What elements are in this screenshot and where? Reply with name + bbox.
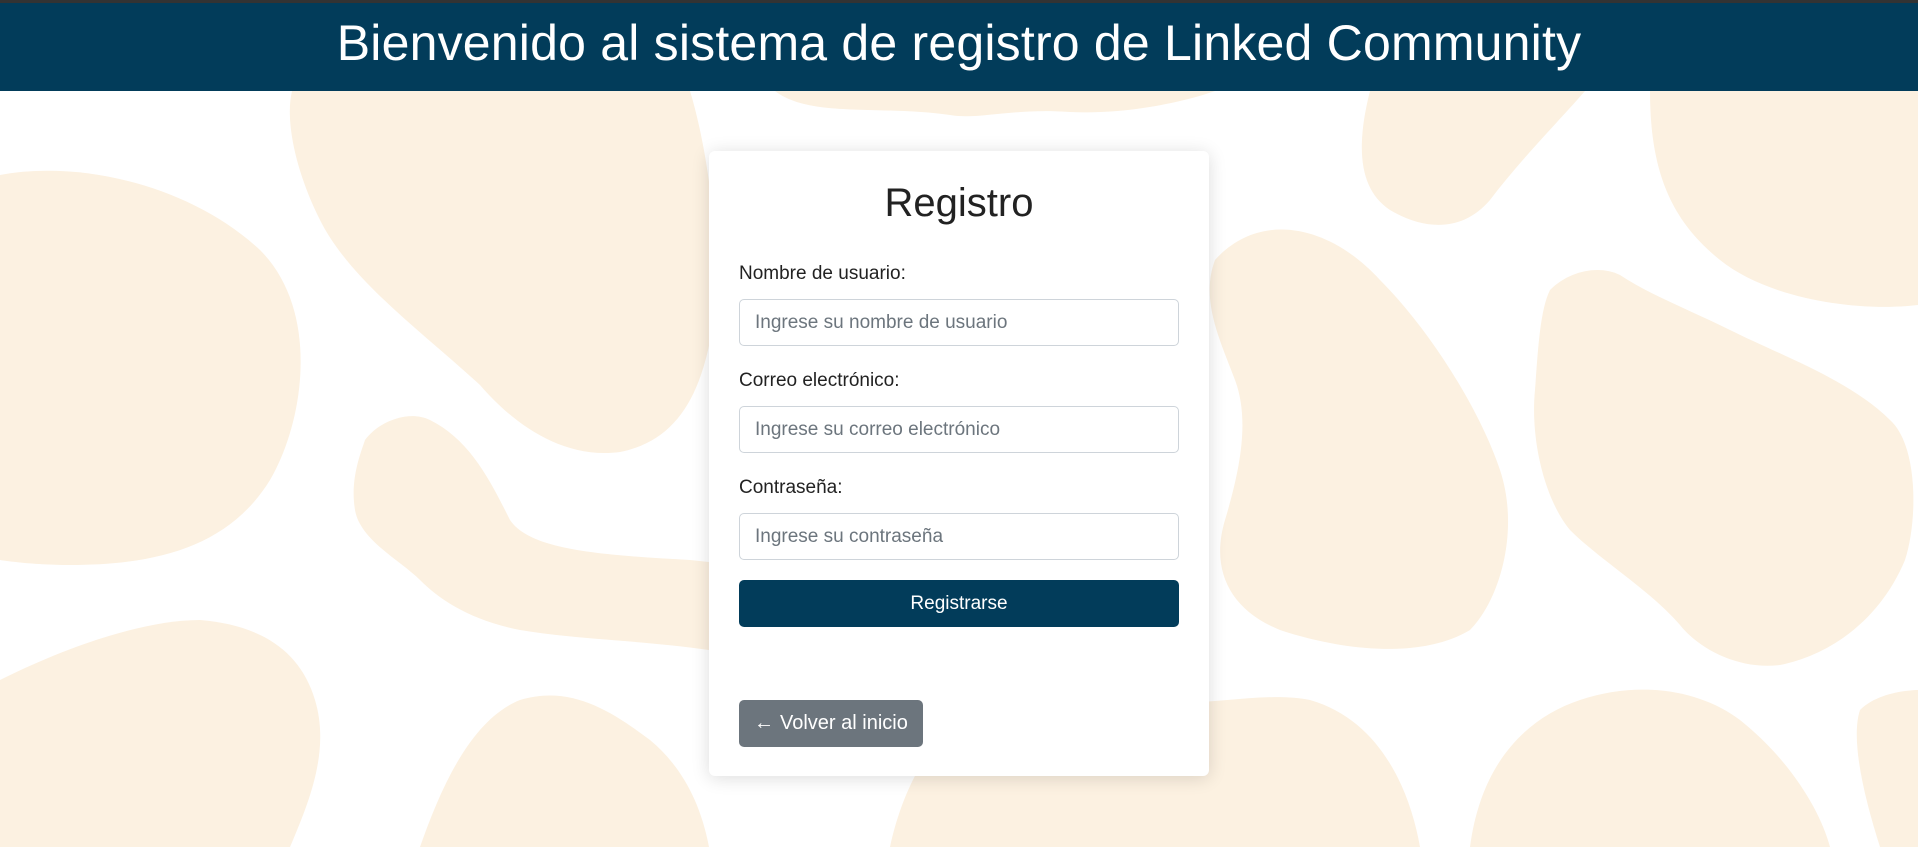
username-label: Nombre de usuario: xyxy=(739,263,906,284)
password-label: Contraseña: xyxy=(739,477,843,498)
email-input[interactable] xyxy=(739,406,1179,453)
email-label: Correo electrónico: xyxy=(739,370,900,391)
page-title: Bienvenido al sistema de registro de Lin… xyxy=(336,15,1582,71)
arrow-left-icon: ← xyxy=(754,712,774,734)
register-button[interactable]: Registrarse xyxy=(739,580,1179,627)
back-button-label: Volver al inicio xyxy=(780,712,908,734)
page-header: Bienvenido al sistema de registro de Lin… xyxy=(0,3,1918,91)
username-input[interactable] xyxy=(739,299,1179,346)
password-input[interactable] xyxy=(739,513,1179,560)
back-to-home-button[interactable]: ← Volver al inicio xyxy=(739,700,923,747)
register-card: Registro Nombre de usuario: Correo elect… xyxy=(709,151,1209,776)
form-title: Registro xyxy=(884,181,1034,225)
